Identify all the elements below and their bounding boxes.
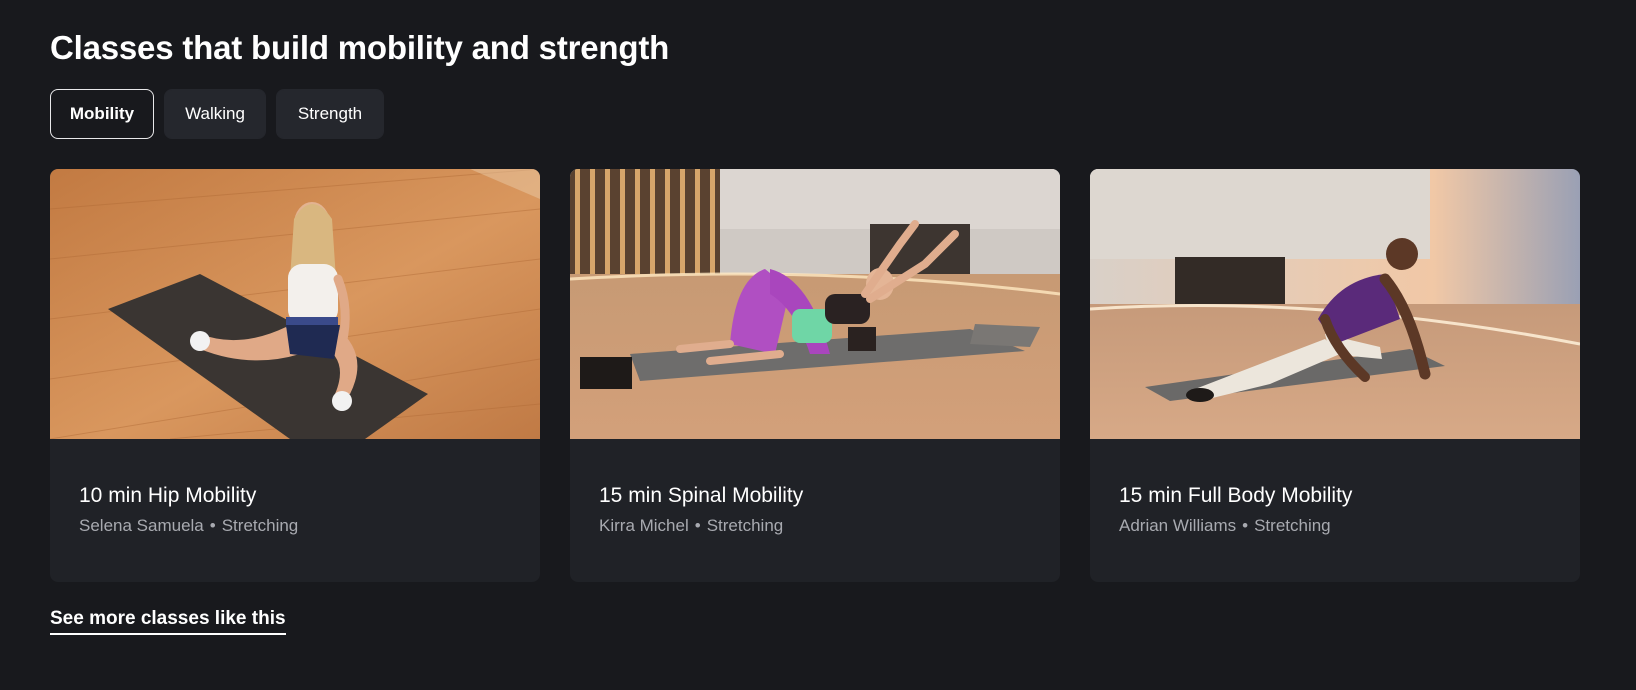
class-meta: Adrian Williams • Stretching xyxy=(1119,515,1560,537)
class-category: Stretching xyxy=(1254,516,1331,535)
class-category: Stretching xyxy=(706,516,784,535)
meta-separator: • xyxy=(1242,516,1249,535)
section-title: Classes that build mobility and strength xyxy=(50,29,670,66)
class-title: 10 min Hip Mobility xyxy=(79,484,257,507)
class-category: Stretching xyxy=(221,516,299,535)
class-meta: Selena Samuela • Stretching xyxy=(79,515,520,537)
class-cards: 10 min Hip Mobility Selena Samuela • Stret… xyxy=(50,169,1580,582)
tab-walking[interactable]: Walking xyxy=(164,89,266,139)
class-title: 15 min Full Body Mobility xyxy=(1119,484,1353,507)
class-card-info: 10 min Hip Mobility Selena Samuela • Stret… xyxy=(79,483,520,537)
class-title: 15 min Spinal Mobility xyxy=(599,484,804,507)
instructor-name: Kirra Michel xyxy=(599,516,689,535)
class-card-info: 15 min Spinal Mobility Kirra Michel • Stre… xyxy=(599,483,1040,537)
class-meta: Kirra Michel • Stretching xyxy=(599,515,1040,537)
class-thumbnail[interactable] xyxy=(570,169,1060,439)
class-card-spinal-mobility[interactable]: 15 min Spinal Mobility Kirra Michel • Stre… xyxy=(570,169,1060,582)
class-card-info: 15 min Full Body Mobility Adrian William… xyxy=(1119,483,1560,537)
full-body-mobility-image xyxy=(1090,169,1580,439)
instructor-name: Selena Samuela xyxy=(79,516,204,535)
class-thumbnail[interactable] xyxy=(50,169,540,439)
instructor-name: Adrian Williams xyxy=(1119,516,1237,535)
meta-separator: • xyxy=(694,516,701,535)
classes-section: Classes that build mobility and strength… xyxy=(50,0,1580,690)
class-card-hip-mobility[interactable]: 10 min Hip Mobility Selena Samuela • Stret… xyxy=(50,169,540,582)
hip-mobility-image xyxy=(50,169,540,439)
class-thumbnail[interactable] xyxy=(1090,169,1580,439)
meta-separator: • xyxy=(209,516,216,535)
class-card-full-body-mobility[interactable]: 15 min Full Body Mobility Adrian William… xyxy=(1090,169,1580,582)
tab-strength[interactable]: Strength xyxy=(276,89,384,139)
spinal-mobility-image xyxy=(570,169,1060,439)
tab-mobility[interactable]: Mobility xyxy=(50,89,154,139)
category-tabs: Mobility Walking Strength xyxy=(50,89,384,139)
see-more-classes-link[interactable]: See more classes like this xyxy=(50,608,286,635)
